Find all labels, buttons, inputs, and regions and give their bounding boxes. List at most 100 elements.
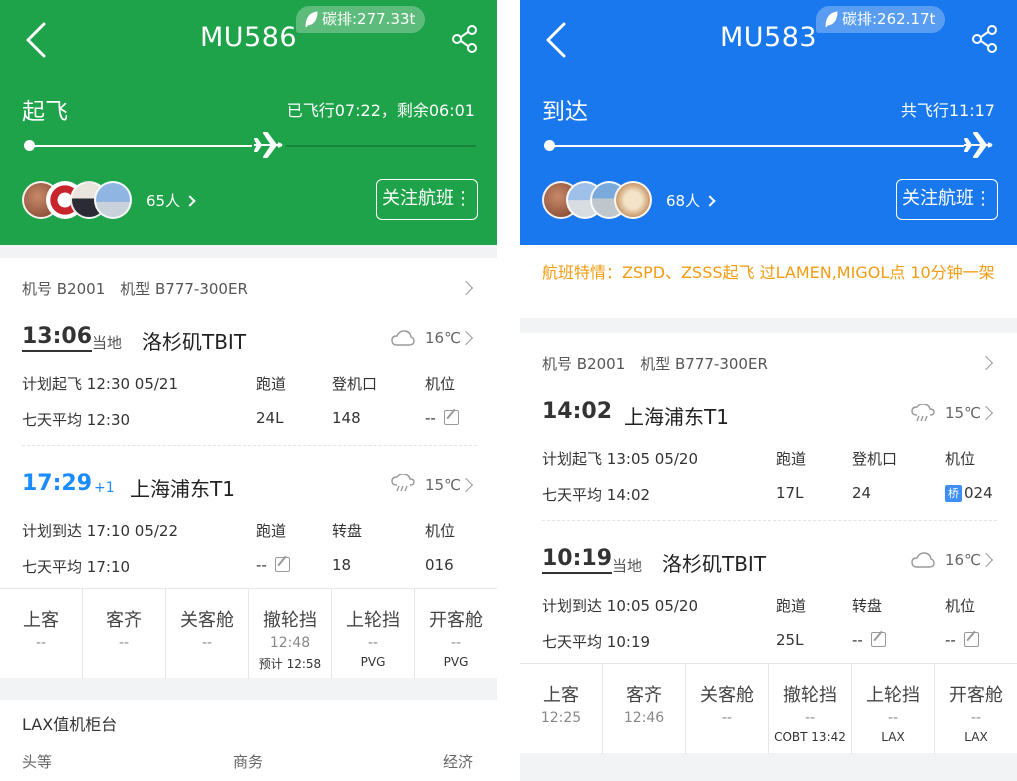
flight-status: 到达 bbox=[542, 99, 588, 125]
departure-weather[interactable]: 16℃ bbox=[425, 329, 461, 347]
node-label: 上客 bbox=[23, 610, 59, 631]
arrival-airport[interactable]: 上海浦东T1 bbox=[130, 473, 235, 502]
cloudy-icon bbox=[911, 551, 935, 569]
flight-progress-bar bbox=[24, 141, 476, 151]
node-value: 12:48 bbox=[269, 635, 311, 651]
node-label: 撤轮挡 bbox=[263, 610, 317, 631]
chevron-right-icon[interactable] bbox=[458, 477, 474, 493]
node-label: 上轮挡 bbox=[346, 610, 400, 631]
class-economy: 经济 bbox=[443, 753, 474, 771]
chevron-right-icon[interactable] bbox=[978, 552, 994, 568]
planned-departure: 计划起飞 12:30 05/21 bbox=[22, 373, 178, 394]
node-value: 12:46 bbox=[623, 710, 665, 726]
flight-info-card: 机号 B2001 机型 B777-300ER 13:06 当地 洛杉矶TBIT … bbox=[0, 258, 497, 588]
node-label: 开客舱 bbox=[949, 685, 1003, 706]
edit-icon[interactable] bbox=[870, 632, 886, 647]
arrival-airport[interactable]: 洛杉矶TBIT bbox=[662, 548, 766, 577]
node-value: -- bbox=[721, 710, 733, 726]
divider bbox=[542, 520, 997, 521]
progress-done bbox=[28, 145, 252, 147]
seven-day-avg: 七天平均 14:02 bbox=[542, 484, 650, 505]
fan-avatars[interactable] bbox=[22, 181, 142, 219]
class-first: 头等 bbox=[22, 753, 53, 771]
node-label: 客齐 bbox=[106, 610, 142, 631]
fan-avatars[interactable] bbox=[542, 181, 662, 219]
flight-detail-mu583: MU583 碳排:262.17t 到达 共飞行11:17 68人 关注航班⋮ 航… bbox=[520, 0, 1017, 781]
edit-icon[interactable] bbox=[274, 557, 290, 572]
arrival-weather[interactable]: 16℃ bbox=[945, 551, 981, 569]
stand-value: 桥 024 bbox=[945, 484, 993, 502]
follow-flight-button[interactable]: 关注航班⋮ bbox=[376, 179, 478, 220]
arrival-weather[interactable]: 15℃ bbox=[425, 476, 461, 494]
label: 七天平均 bbox=[22, 411, 83, 429]
stand-value[interactable]: -- bbox=[945, 631, 979, 649]
chevron-right-icon[interactable] bbox=[978, 405, 994, 421]
value: 14:02 bbox=[606, 486, 651, 504]
node-chocks-on: 上轮挡 -- LAX bbox=[852, 664, 935, 754]
flight-progress-bar bbox=[544, 141, 996, 151]
runway-value[interactable]: -- bbox=[256, 556, 290, 574]
node-label: 客齐 bbox=[626, 685, 662, 706]
planned-arrival: 计划到达 17:10 05/22 bbox=[22, 520, 178, 541]
value: -- bbox=[852, 631, 863, 649]
runway-label: 跑道 bbox=[256, 375, 287, 393]
node-sub: COBT 13:42 bbox=[774, 730, 846, 744]
arrival-time: 10:19 bbox=[542, 546, 613, 574]
node-value: -- bbox=[887, 710, 899, 726]
ground-nodes: 上客 12:25 客齐 12:46 关客舱 -- 撤轮挡 -- COBT 13:42 上轮… bbox=[520, 663, 1017, 754]
stand-value[interactable]: -- bbox=[425, 409, 459, 427]
chevron-right-icon[interactable] bbox=[458, 330, 474, 346]
value: 024 bbox=[964, 484, 993, 502]
value: 17:10 05/22 bbox=[86, 522, 179, 540]
value: -- bbox=[425, 409, 436, 427]
label: 计划到达 bbox=[22, 522, 83, 540]
carousel-label: 转盘 bbox=[852, 597, 883, 615]
chevron-right-icon[interactable] bbox=[978, 355, 994, 371]
departure-airport[interactable]: 上海浦东T1 bbox=[624, 401, 729, 430]
flight-header: MU586 碳排:277.33t 起飞 已飞行07:22，剩余06:01 65人… bbox=[0, 0, 497, 245]
node-value: -- bbox=[804, 710, 816, 726]
carousel-value[interactable]: -- bbox=[852, 631, 886, 649]
node-value: -- bbox=[118, 635, 130, 651]
runway-value: 25L bbox=[776, 631, 804, 649]
stand-label: 机位 bbox=[425, 375, 456, 393]
label: 计划起飞 bbox=[22, 375, 83, 393]
value: 17:10 bbox=[86, 558, 131, 576]
label: 七天平均 bbox=[22, 558, 83, 576]
node-label: 撤轮挡 bbox=[783, 685, 837, 706]
node-boarding: 上客 12:25 bbox=[520, 664, 603, 754]
stand-label: 机位 bbox=[945, 597, 976, 615]
leaf-icon bbox=[825, 11, 838, 28]
node-door-open: 开客舱 -- LAX bbox=[935, 664, 1017, 754]
next-day-tag: +1 bbox=[94, 480, 115, 496]
carbon-badge[interactable]: 碳排:262.17t bbox=[816, 6, 946, 33]
node-boarding-complete: 客齐 -- bbox=[83, 589, 166, 679]
node-label: 上轮挡 bbox=[866, 685, 920, 706]
carousel-label: 转盘 bbox=[332, 522, 363, 540]
fans-link[interactable]: 65人 bbox=[146, 190, 196, 211]
node-label: 关客舱 bbox=[180, 610, 234, 631]
rain-icon bbox=[391, 474, 415, 492]
node-sub: PVG bbox=[360, 655, 386, 669]
chevron-right-icon[interactable] bbox=[458, 280, 474, 296]
departure-weather[interactable]: 15℃ bbox=[945, 404, 981, 422]
node-value: -- bbox=[367, 635, 379, 651]
node-label: 上客 bbox=[543, 685, 579, 706]
flight-status: 起飞 bbox=[22, 99, 68, 125]
node-value: -- bbox=[35, 635, 47, 651]
jet-bridge-badge: 桥 bbox=[945, 485, 962, 502]
label: 七天平均 bbox=[542, 633, 603, 651]
runway-label: 跑道 bbox=[776, 597, 807, 615]
checkin-counter-card: LAX值机柜台 头等 商务 经济 bbox=[0, 700, 497, 781]
share-icon[interactable] bbox=[971, 24, 999, 54]
progress-done bbox=[548, 145, 964, 147]
node-value: -- bbox=[970, 710, 982, 726]
departure-airport[interactable]: 洛杉矶TBIT bbox=[142, 326, 246, 355]
follow-flight-button[interactable]: 关注航班⋮ bbox=[896, 179, 998, 220]
fans-link[interactable]: 68人 bbox=[666, 190, 716, 211]
share-icon[interactable] bbox=[451, 24, 479, 54]
edit-icon[interactable] bbox=[443, 410, 459, 425]
carbon-value: 碳排:262.17t bbox=[842, 10, 936, 28]
edit-icon[interactable] bbox=[963, 632, 979, 647]
carbon-badge[interactable]: 碳排:277.33t bbox=[296, 6, 426, 33]
